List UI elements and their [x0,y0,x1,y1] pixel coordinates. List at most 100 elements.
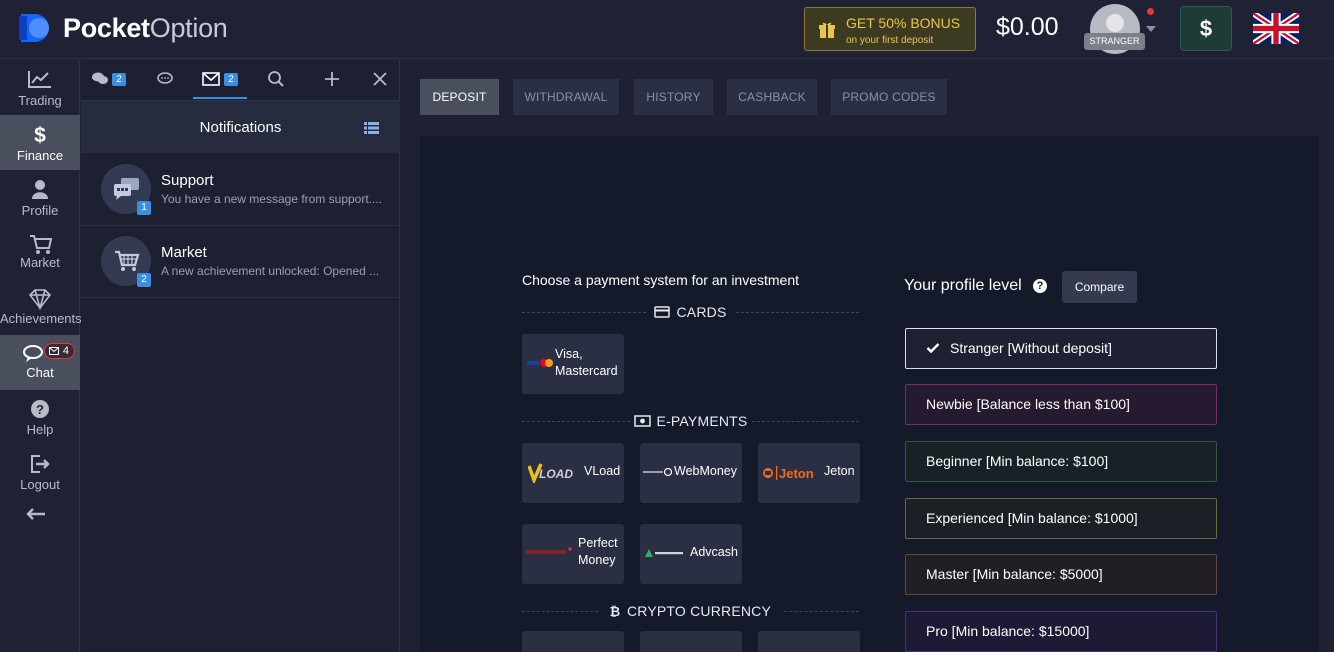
section-epayments: E-PAYMENTS [522,411,859,431]
tab-chats[interactable]: 2 [91,70,131,90]
chat-badge-count: 4 [62,345,69,357]
profile-level-title: Your profile level [904,277,1022,294]
tab-promo-codes[interactable]: PROMO CODES [831,79,947,115]
search-icon [268,71,284,87]
collapse-arrow-icon[interactable] [25,507,47,521]
tab-deposit[interactable]: DEPOSIT [420,79,499,115]
nav-label: Achievements [0,311,82,326]
money-icon [633,415,651,427]
profile-level-1[interactable]: Stranger [Without deposit] [905,328,1217,369]
user-icon [32,180,48,199]
vload-logo-icon: LOAD [528,463,573,483]
notifications-panel: 2 2 Notifications 1 Support You have a n… [81,60,400,652]
payment-jeton[interactable]: Jeton Jeton [758,443,860,503]
choose-payment-heading: Choose a payment system for an investmen… [522,272,800,288]
chats-icon [92,72,108,84]
bonus-main-text: GET 50% BONUS [846,15,961,31]
card-icon [654,306,671,318]
payment-crypto-1[interactable] [522,631,624,652]
profile-level-label: Newbie [Balance less than $100] [926,396,1130,412]
help-icon[interactable]: ? [1033,279,1047,293]
list-view-icon[interactable] [364,122,379,134]
nav-label: Chat [26,365,54,380]
tab-messages[interactable] [155,70,177,90]
perfect-money-logo-icon [526,547,572,554]
panel-tabs: 2 2 [81,60,400,100]
cart-icon [115,250,140,271]
compare-button[interactable]: Compare [1062,271,1137,303]
nav-market[interactable]: Market [0,225,80,280]
profile-level-2[interactable]: Newbie [Balance less than $100] [905,384,1217,425]
payment-name: Perfect Money [578,535,618,569]
panel-title: Notifications [199,119,282,136]
payment-visa-mastercard[interactable]: Visa, Mastercard [522,334,624,394]
profile-level-label: Pro [Min balance: $15000] [926,623,1090,639]
panel-header: Notifications [81,100,400,153]
payment-name: Visa, Mastercard [555,346,618,380]
nav-chat[interactable]: 4 Chat [0,335,80,390]
bitcoin-icon: ₿ [610,604,621,619]
logo[interactable]: PocketOption [17,12,228,44]
tab-search[interactable] [267,70,287,90]
payment-name-line: Money [578,553,616,567]
message-icon [157,72,173,84]
divider [736,312,859,313]
nav-label: Market [20,255,60,270]
nav-profile[interactable]: Profile [0,170,80,225]
deposit-quick-button[interactable]: $ [1180,6,1232,51]
tab-notifications[interactable]: 2 [202,70,242,90]
nav-trading[interactable]: Trading [0,60,80,115]
diamond-icon [28,289,52,310]
logo-text-bold: Pocket [63,12,150,43]
mail-icon [49,347,59,355]
logo-text-rest: Option [149,12,228,43]
chevron-down-icon[interactable] [1146,26,1156,32]
logo-icon [19,14,49,42]
payment-crypto-2[interactable] [640,631,742,652]
notification-title: Support [161,172,214,189]
tab-withdrawal[interactable]: WITHDRAWAL [513,79,619,115]
section-cards-text: CARDS [676,304,727,320]
profile-level-label: Experienced [Min balance: $1000] [926,510,1138,526]
chart-icon [28,71,51,88]
support-chat-icon [114,178,139,200]
add-button[interactable] [323,70,343,90]
payment-webmoney[interactable]: WebMoney [640,443,742,503]
plus-icon [325,72,339,86]
nav-label: Logout [20,477,60,492]
svg-text:LOAD: LOAD [539,467,573,481]
nav-label: Trading [18,93,62,108]
payment-advcash[interactable]: Advcash [640,524,742,584]
cart-icon [30,235,53,254]
jeton-logo-icon: Jeton [763,466,814,481]
notification-item[interactable]: 2 Market A new achievement unlocked: Ope… [81,226,400,298]
payment-vload[interactable]: LOAD VLoad [522,443,624,503]
profile-level-label: Stranger [Without deposit] [950,340,1112,356]
bonus-sub-text: on your first deposit [846,35,934,46]
close-panel-button[interactable] [371,70,391,90]
tab-history[interactable]: HISTORY [634,79,713,115]
nav-finance[interactable]: $ Finance [0,115,80,170]
bonus-button[interactable]: GET 50% BONUS on your first deposit [804,7,976,51]
nav-logout[interactable]: Logout [0,445,80,500]
profile-level-5[interactable]: Master [Min balance: $5000] [905,554,1217,595]
payment-perfect-money[interactable]: Perfect Money [522,524,624,584]
profile-level-3[interactable]: Beginner [Min balance: $100] [905,441,1217,482]
main-content: DEPOSIT WITHDRAWAL HISTORY CASHBACK PROM… [401,60,1334,652]
section-crypto: ₿ CRYPTO CURRENCY [522,601,859,621]
notification-item[interactable]: 1 Support You have a new message from su… [81,154,400,226]
profile-level-4[interactable]: Experienced [Min balance: $1000] [905,498,1217,539]
tab-cashback[interactable]: CASHBACK [727,79,817,115]
profile-level-6[interactable]: Pro [Min balance: $15000] [905,611,1217,652]
nav-achievements[interactable]: Achievements [0,280,82,335]
payment-name: VLoad [584,464,621,478]
divider [784,611,859,612]
advcash-logo-icon [645,549,683,557]
nav-help[interactable]: ? Help [0,390,80,445]
payment-crypto-3[interactable] [758,631,860,652]
payment-name: WebMoney [674,464,737,478]
nav-label: Help [26,422,54,437]
payment-name: Jeton [824,464,855,478]
nav-label: Finance [16,148,64,163]
uk-flag-icon[interactable] [1253,13,1299,44]
